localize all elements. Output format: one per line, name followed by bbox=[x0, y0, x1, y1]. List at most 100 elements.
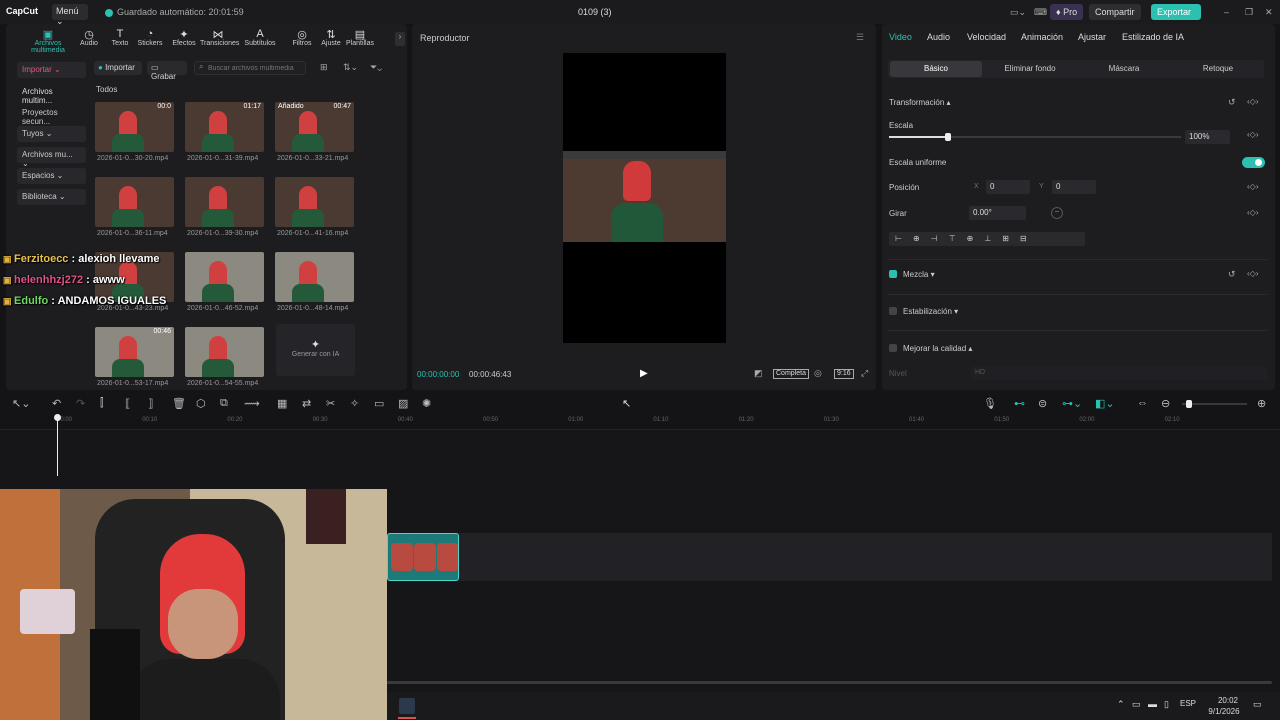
scale-keyframe-icon[interactable]: ‹◇› bbox=[1247, 130, 1258, 139]
media-thumbnail[interactable] bbox=[275, 177, 354, 227]
tool-plantillas[interactable]: ▤ Plantillas bbox=[342, 28, 378, 47]
media-thumbnail[interactable]: 00:46 bbox=[95, 327, 174, 377]
marker-icon[interactable]: ⬡ bbox=[196, 397, 206, 410]
tool-subtítulos[interactable]: A Subtítulos bbox=[242, 28, 278, 47]
sidebar-item-6[interactable]: Biblioteca ⌄ bbox=[17, 189, 86, 205]
pro-button[interactable]: ♦ Pro bbox=[1050, 4, 1084, 20]
tab-0[interactable]: Video bbox=[889, 32, 912, 42]
tray-lang[interactable]: ESP bbox=[1180, 699, 1196, 708]
effect-icon[interactable]: ✺ bbox=[422, 397, 431, 410]
media-thumbnail[interactable]: 01:17 bbox=[185, 102, 264, 152]
close-icon[interactable]: ✕ bbox=[1259, 4, 1279, 20]
video-canvas[interactable] bbox=[563, 53, 726, 343]
microphone-icon[interactable]: 🎙 bbox=[983, 397, 997, 410]
enhance-checkbox[interactable] bbox=[889, 344, 897, 352]
maximize-icon[interactable]: ❐ bbox=[1239, 4, 1259, 20]
sort-icon[interactable]: ⇅⌄ bbox=[343, 62, 358, 73]
share-button[interactable]: Compartir bbox=[1089, 4, 1141, 20]
menu-button[interactable]: Menú ⌄ bbox=[52, 4, 88, 26]
blend-label[interactable]: Mezcla ▾ bbox=[903, 270, 935, 279]
taskbar-time[interactable]: 20:02 bbox=[1213, 696, 1243, 705]
tool-stickers[interactable]: ◔ Stickers bbox=[132, 28, 168, 47]
trim-left-icon[interactable]: ⟦ bbox=[125, 397, 130, 410]
zoom-out-icon[interactable]: ⊖ bbox=[1161, 397, 1170, 410]
blend-keyframe-icon[interactable]: ‹◇› bbox=[1247, 269, 1258, 278]
cutout-icon[interactable]: ✂ bbox=[326, 397, 335, 410]
tool-archivos-multimedia[interactable]: ▣ Archivos multimedia bbox=[17, 28, 79, 54]
fit-icon[interactable]: ⇔ bbox=[1137, 397, 1148, 409]
tab-5[interactable]: Estilizado de IA bbox=[1122, 32, 1184, 42]
tab-3[interactable]: Animación bbox=[1021, 32, 1063, 42]
search-input[interactable] bbox=[194, 61, 306, 75]
sidebar-item-0[interactable]: Importar ⌄ bbox=[17, 62, 86, 78]
speed-icon[interactable]: ⟿ bbox=[244, 397, 260, 410]
scale-slider-handle[interactable] bbox=[945, 133, 952, 141]
delete-icon[interactable]: 🗑 bbox=[172, 397, 186, 410]
media-thumbnail[interactable] bbox=[185, 177, 264, 227]
player-menu-icon[interactable]: ☰ bbox=[856, 32, 864, 43]
uniform-scale-toggle[interactable] bbox=[1242, 157, 1265, 168]
rotate-input[interactable]: 0.00° bbox=[969, 206, 1026, 220]
blend-checkbox[interactable] bbox=[889, 270, 897, 278]
caption-icon[interactable]: ▭ bbox=[374, 397, 384, 410]
grid-view-icon[interactable]: ⊞ bbox=[320, 62, 328, 73]
media-thumbnail[interactable] bbox=[275, 252, 354, 302]
playhead-handle[interactable] bbox=[54, 414, 61, 421]
sidebar-item-4[interactable]: Archivos mu... ⌄ bbox=[17, 147, 86, 168]
time-ruler[interactable]: 00:00 00:10 00:20 00:30 00:40 00:50 01:00 01:10… bbox=[0, 414, 1280, 430]
taskbar-date[interactable]: 9/1/2026 bbox=[1204, 707, 1244, 716]
keyframe-icon[interactable]: ‹◇› bbox=[1247, 97, 1258, 106]
subtab-2[interactable]: Máscara bbox=[1078, 61, 1170, 77]
generate-ai-button[interactable]: ✦ Generar con IA bbox=[276, 324, 355, 376]
taskbar-app-icon[interactable] bbox=[399, 698, 415, 714]
fullscreen-icon[interactable]: ⤢ bbox=[861, 368, 868, 379]
sidebar-item-1[interactable]: Archivos multim... bbox=[17, 84, 86, 105]
import-button[interactable]: ● Importar bbox=[94, 61, 142, 75]
sidebar-item-2[interactable]: Proyectos secun... bbox=[17, 105, 86, 126]
preview-mode-icon[interactable]: ◩ bbox=[754, 368, 763, 379]
subtab-0[interactable]: Básico bbox=[890, 61, 982, 77]
media-thumbnail[interactable] bbox=[95, 177, 174, 227]
position-keyframe-icon[interactable]: ‹◇› bbox=[1247, 182, 1258, 191]
position-x-input[interactable]: 0 bbox=[986, 180, 1030, 194]
video-clip[interactable] bbox=[387, 533, 459, 581]
aspect-ratio-button[interactable]: 9:16 bbox=[834, 369, 854, 379]
snap-icon[interactable]: ⊜ bbox=[1038, 397, 1047, 410]
link-main-track-icon[interactable]: ⊷ bbox=[1014, 397, 1025, 410]
transform-heading[interactable]: Transformación ▴ bbox=[889, 98, 951, 107]
media-thumbnail[interactable] bbox=[185, 252, 264, 302]
minimize-icon[interactable]: – bbox=[1218, 4, 1235, 20]
battery-icon[interactable]: ▬ bbox=[1148, 699, 1157, 709]
undo-icon[interactable]: ↶ bbox=[52, 397, 61, 410]
record-button[interactable]: ▭ Grabar bbox=[147, 61, 187, 81]
magic-icon[interactable]: ✧ bbox=[350, 397, 359, 410]
auto-snap-icon[interactable]: ⊶⌄ bbox=[1062, 397, 1082, 410]
rotate-keyframe-icon[interactable]: ‹◇› bbox=[1247, 208, 1258, 217]
freeze-icon[interactable]: ▦ bbox=[277, 397, 287, 410]
main-track[interactable] bbox=[387, 533, 1272, 581]
redo-icon[interactable]: ↷ bbox=[76, 397, 85, 410]
tool-efectos[interactable]: ✦ Efectos bbox=[166, 28, 202, 47]
notification-icon[interactable]: ▭ bbox=[1253, 699, 1262, 710]
split-icon[interactable]: ⫿ bbox=[100, 397, 104, 410]
mirror-icon[interactable]: ⇄ bbox=[302, 397, 311, 410]
filter-icon[interactable]: ⏷⌄ bbox=[370, 62, 382, 73]
tab-4[interactable]: Ajustar bbox=[1078, 32, 1106, 42]
timeline-scrollbar[interactable] bbox=[387, 681, 1272, 684]
reset-icon[interactable]: ↺ bbox=[1228, 97, 1236, 108]
sidebar-item-5[interactable]: Espacios ⌄ bbox=[17, 168, 86, 184]
tray-app-icon[interactable]: ▭ bbox=[1132, 699, 1141, 710]
stabilize-checkbox[interactable] bbox=[889, 307, 897, 315]
select-tool-icon[interactable]: ↖⌄ bbox=[12, 397, 30, 410]
subtab-3[interactable]: Retoque bbox=[1172, 61, 1264, 77]
sidebar-item-3[interactable]: Tuyos ⌄ bbox=[17, 126, 86, 142]
quality-button[interactable]: Completa bbox=[773, 369, 809, 379]
preview-axis-icon[interactable]: ◧⌄ bbox=[1095, 397, 1115, 410]
tab-2[interactable]: Velocidad bbox=[967, 32, 1006, 42]
media-thumbnail[interactable]: 00:47 Añadido bbox=[275, 102, 354, 152]
media-thumbnail[interactable]: 00:0 bbox=[95, 102, 174, 152]
snapshot-icon[interactable]: ◎ bbox=[814, 368, 822, 379]
blend-reset-icon[interactable]: ↺ bbox=[1228, 269, 1236, 280]
crop-icon[interactable]: ⧉ bbox=[220, 397, 228, 410]
trim-right-icon[interactable]: ⟧ bbox=[148, 397, 153, 410]
